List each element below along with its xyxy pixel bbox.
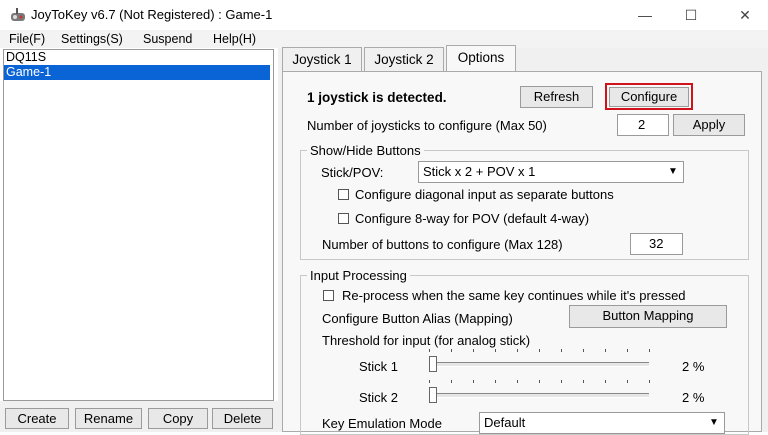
tab-joystick-1[interactable]: Joystick 1: [282, 47, 362, 71]
stick2-label: Stick 2: [359, 390, 399, 405]
diagonal-label: Configure diagonal input as separate but…: [355, 187, 614, 202]
profile-item-game-1[interactable]: Game-1: [4, 65, 270, 80]
reprocess-checkbox[interactable]: [323, 290, 334, 301]
rename-button[interactable]: Rename: [75, 408, 142, 429]
stick1-slider[interactable]: [425, 349, 653, 375]
delete-button[interactable]: Delete: [212, 408, 273, 429]
tab-joystick-2[interactable]: Joystick 2: [364, 47, 444, 71]
button-mapping-button[interactable]: Button Mapping: [569, 305, 727, 328]
stick-pov-label: Stick/POV:: [321, 165, 384, 180]
chevron-down-icon: ▼: [709, 417, 719, 428]
diagonal-checkbox[interactable]: [338, 189, 349, 200]
menu-file[interactable]: File(F): [9, 30, 45, 48]
profile-item-dq11s[interactable]: DQ11S: [4, 50, 270, 65]
stick1-label: Stick 1: [359, 359, 399, 374]
window-title: JoyToKey v6.7 (Not Registered) : Game-1: [31, 7, 273, 22]
stick1-slider-ticks: [425, 349, 653, 353]
copy-button[interactable]: Copy: [148, 408, 208, 429]
stick1-value: 2 %: [682, 359, 705, 374]
key-emulation-value: Default: [484, 415, 526, 430]
threshold-label: Threshold for input (for analog stick): [322, 333, 531, 348]
stick2-slider-thumb[interactable]: [429, 387, 438, 403]
eightway-checkbox[interactable]: [338, 213, 349, 224]
stick2-slider-track: [429, 393, 649, 398]
stick1-slider-thumb[interactable]: [429, 356, 438, 372]
apply-button[interactable]: Apply: [673, 114, 745, 136]
key-emulation-label: Key Emulation Mode: [322, 416, 442, 431]
num-joysticks-input[interactable]: 2: [617, 114, 669, 136]
maximize-button[interactable]: ☐: [668, 0, 714, 30]
num-buttons-input[interactable]: 32: [630, 233, 683, 255]
stick2-slider[interactable]: [425, 380, 653, 406]
chevron-down-icon: ▼: [668, 166, 678, 177]
reprocess-label: Re-process when the same key continues w…: [342, 288, 686, 303]
stick1-slider-track: [429, 362, 649, 367]
tab-options[interactable]: Options: [446, 45, 516, 72]
close-button[interactable]: ✕: [722, 0, 768, 30]
stick-pov-select[interactable]: Stick x 2 + POV x 1 ▼: [418, 161, 684, 183]
button-alias-label: Configure Button Alias (Mapping): [322, 311, 513, 326]
key-emulation-select[interactable]: Default ▼: [479, 412, 725, 434]
joystick-detected-text: 1 joystick is detected.: [307, 90, 447, 105]
menu-suspend[interactable]: Suspend: [143, 30, 192, 48]
profile-list[interactable]: [3, 49, 274, 401]
stick2-slider-ticks: [425, 380, 653, 384]
input-processing-group-title: Input Processing: [307, 268, 410, 283]
menu-help[interactable]: Help(H): [213, 30, 256, 48]
refresh-button[interactable]: Refresh: [520, 86, 593, 108]
menu-settings[interactable]: Settings(S): [61, 30, 123, 48]
stick2-value: 2 %: [682, 390, 705, 405]
create-button[interactable]: Create: [5, 408, 69, 429]
num-joysticks-label: Number of joysticks to configure (Max 50…: [307, 118, 547, 133]
eightway-label: Configure 8-way for POV (default 4-way): [355, 211, 590, 226]
configure-button[interactable]: Configure: [609, 87, 689, 107]
num-buttons-label: Number of buttons to configure (Max 128): [322, 237, 563, 252]
show-hide-group-title: Show/Hide Buttons: [307, 143, 424, 158]
stick-pov-value: Stick x 2 + POV x 1: [423, 164, 536, 179]
joytokey-app-icon: [11, 8, 25, 21]
minimize-button[interactable]: —: [622, 0, 668, 30]
